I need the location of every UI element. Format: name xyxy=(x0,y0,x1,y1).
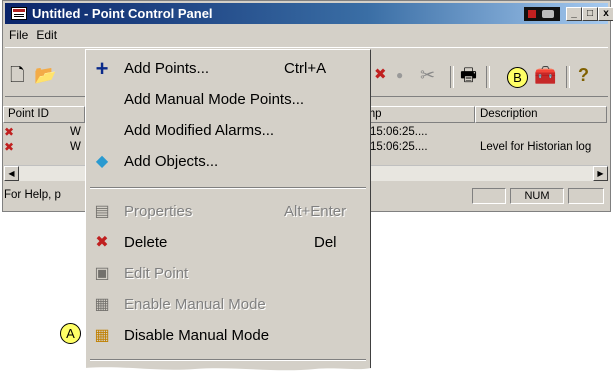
callout-b: B xyxy=(507,67,528,88)
menu-item-add-points[interactable]: + Add Points... Ctrl+A xyxy=(86,55,370,83)
window-title: Untitled - Point Control Panel xyxy=(32,6,213,21)
status-num-indicator: NUM xyxy=(510,188,564,204)
menu-item-add-objects[interactable]: ◆ Add Objects... xyxy=(86,148,370,176)
status-help-text: For Help, p xyxy=(4,189,61,201)
menu-item-enable-manual-mode: ▦ Enable Manual Mode xyxy=(94,296,266,313)
menu-item-disable-manual-mode[interactable]: ▦ Disable Manual Mode xyxy=(86,322,370,350)
disable-manual-mode-icon: ▦ xyxy=(94,327,110,344)
row-id-fragment[interactable]: W xyxy=(70,141,81,156)
menu-item-edit-point: ▣ Edit Point xyxy=(94,265,189,282)
cut-icon[interactable]: ✂ xyxy=(420,64,435,86)
disable-manual-mode-icon[interactable]: 🧰 xyxy=(534,64,556,86)
status-panel-empty xyxy=(568,188,604,204)
delete-icon[interactable]: ✖ xyxy=(374,64,387,86)
menu-item-add-modified-alarms[interactable]: Add Modified Alarms... xyxy=(86,117,370,145)
menu-item-properties: ▤ Properties Alt+Enter xyxy=(94,203,347,220)
toolbar-separator xyxy=(486,66,490,88)
plus-icon: + xyxy=(95,56,109,81)
delete-icon: ✖ xyxy=(95,234,109,251)
record-icon[interactable]: ● xyxy=(396,64,403,86)
new-document-icon[interactable]: 🗋 xyxy=(10,64,24,86)
menu-separator xyxy=(90,187,366,189)
scroll-left-button[interactable]: ◀ xyxy=(4,166,19,181)
menu-file[interactable]: File xyxy=(5,26,32,44)
properties-icon: ▤ xyxy=(94,203,110,220)
enable-manual-mode-icon: ▦ xyxy=(94,296,110,313)
title-bar[interactable]: Untitled - Point Control Panel _ □ x xyxy=(5,3,613,24)
row-id-fragment[interactable]: W xyxy=(70,126,81,141)
objects-icon: ◆ xyxy=(95,153,109,170)
menu-item-add-manual-mode-points[interactable]: Add Manual Mode Points... xyxy=(86,86,370,114)
open-folder-icon[interactable]: 📂 xyxy=(34,64,56,86)
edit-point-icon: ▣ xyxy=(94,265,110,282)
status-indicator-icon xyxy=(524,7,560,21)
status-panel-empty xyxy=(472,188,506,204)
menu-edit[interactable]: Edit xyxy=(32,26,61,44)
close-button[interactable]: x xyxy=(598,7,613,21)
row-description[interactable]: Level for Historian log xyxy=(480,141,591,156)
torn-edge xyxy=(85,367,371,380)
toolbar-separator xyxy=(566,66,570,88)
menu-bar: File Edit xyxy=(5,26,61,44)
toolbar-separator xyxy=(450,66,454,88)
scroll-right-button[interactable]: ▶ xyxy=(593,166,608,181)
app-icon[interactable] xyxy=(11,7,27,20)
maximize-button[interactable]: □ xyxy=(582,7,598,21)
callout-a: A xyxy=(60,323,81,344)
menu-separator xyxy=(90,359,366,361)
column-point-id[interactable]: Point ID xyxy=(3,106,85,123)
context-menu: + Add Points... Ctrl+A Add Manual Mode P… xyxy=(85,49,371,380)
help-icon[interactable]: ? xyxy=(578,64,589,86)
menu-item-delete[interactable]: ✖ Delete Del xyxy=(86,229,370,257)
point-alarm-icon: ✖ xyxy=(4,125,15,139)
minimize-button[interactable]: _ xyxy=(566,7,582,21)
print-icon[interactable]: 🖶 xyxy=(460,64,477,86)
point-alarm-icon: ✖ xyxy=(4,140,15,154)
column-description[interactable]: Description xyxy=(475,106,607,123)
